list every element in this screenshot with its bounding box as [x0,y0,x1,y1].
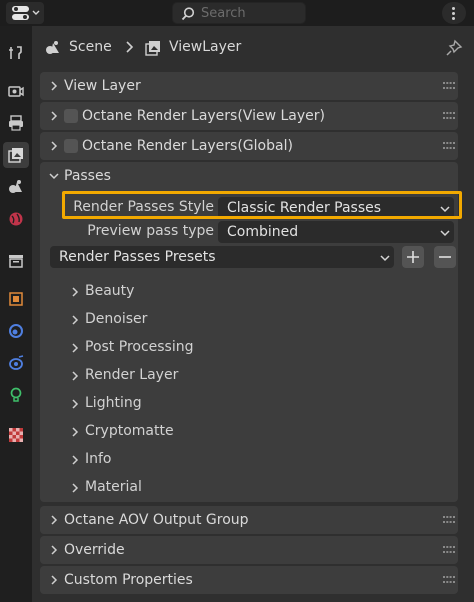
scene-icon [46,41,59,54]
subpanel-cryptomatte[interactable]: Cryptomatte [70,421,270,443]
breadcrumb-scene[interactable]: Scene [69,39,112,55]
enable-checkbox[interactable] [64,109,78,123]
panel-title: View Layer [64,78,141,94]
panel-title: Octane Render Layers(View Layer) [82,108,325,124]
search-icon [181,7,195,21]
remove-preset-button[interactable] [434,246,456,268]
panel-view-layer[interactable]: View Layer [40,72,458,100]
render-passes-presets-dropdown[interactable]: Render Passes Presets [50,246,394,268]
add-preset-button[interactable] [402,246,424,268]
chevron-right-icon [72,483,79,493]
chevron-down-icon [440,230,450,237]
chevron-right-icon [72,371,79,381]
tab-particles[interactable] [3,350,29,376]
breadcrumb-view-layer[interactable]: ViewLayer [169,39,241,55]
chevron-right-icon [72,399,79,409]
breadcrumb: Scene ViewLayer [32,26,474,70]
view-layer-icon [8,148,23,163]
subpanel-beauty[interactable]: Beauty [70,281,270,303]
chevron-right-icon [51,111,58,121]
plus-icon [407,251,419,263]
panel-custom-properties[interactable]: Custom Properties [40,566,458,594]
subpanel-post-processing[interactable]: Post Processing [70,337,270,359]
search-field[interactable]: Search [172,2,306,24]
chevron-right-icon [72,315,79,325]
preview-pass-type-label: Preview pass type [87,223,214,239]
subpanel-material[interactable]: Material [70,477,270,499]
top-header: Search [0,0,474,26]
tab-world[interactable] [3,206,29,232]
panel-title: Passes [64,168,111,184]
chevron-down-icon [380,255,390,262]
menu-dots-icon[interactable] [442,2,466,24]
tab-modifier[interactable] [3,318,29,344]
chevron-right-icon [51,575,58,585]
chevron-right-icon [72,343,79,353]
editor-type-button[interactable] [6,2,44,24]
chevron-right-icon [51,141,58,151]
tab-texture[interactable] [3,422,29,448]
panel-title: Octane AOV Output Group [64,512,249,528]
scene-icon [9,180,22,193]
editor-type-icon [12,6,40,20]
tool-icon [9,46,22,59]
pin-icon[interactable] [445,39,463,57]
panel-title: Octane Render Layers(Global) [82,138,293,154]
render-icon [8,86,24,97]
properties-editor: Scene ViewLayer View Layer Octane Render… [32,26,474,602]
chevron-right-icon [126,41,134,53]
world-icon [9,212,23,226]
panel-octane-aov-output-group[interactable]: Octane AOV Output Group [40,506,458,534]
modifier-icon [9,324,23,338]
view-layer-icon [145,41,160,56]
minus-icon [439,256,451,258]
chevron-down-icon [49,173,59,180]
preview-pass-type-dropdown[interactable]: Combined [218,221,454,243]
drag-handle-icon[interactable] [443,81,455,91]
properties-tab-bar [0,26,32,602]
chevron-right-icon [72,455,79,465]
output-icon [9,115,23,131]
chevron-right-icon [72,427,79,437]
subpanel-denoiser[interactable]: Denoiser [70,309,270,331]
tab-collection[interactable] [3,248,29,274]
panel-override[interactable]: Override [40,536,458,564]
chevron-right-icon [51,545,58,555]
enable-checkbox[interactable] [64,139,78,153]
subpanel-info[interactable]: Info [70,449,270,471]
chevron-right-icon [72,287,79,297]
panel-title: Override [64,542,125,558]
drag-handle-icon[interactable] [443,141,455,151]
tab-tool[interactable] [3,40,29,66]
texture-icon [9,428,23,442]
panel-octane-render-layers-view[interactable]: Octane Render Layers(View Layer) [40,102,458,130]
drag-handle-icon[interactable] [443,545,455,555]
highlight-box [62,191,462,219]
tab-view-layer[interactable] [3,142,29,168]
collection-icon [9,255,23,268]
particles-icon [9,355,24,370]
chevron-right-icon [51,81,58,91]
tab-scene[interactable] [3,174,29,200]
physics-icon [10,387,22,402]
tab-object[interactable] [3,286,29,312]
search-placeholder: Search [201,6,246,21]
drag-handle-icon[interactable] [443,515,455,525]
chevron-right-icon [51,515,58,525]
tab-physics[interactable] [3,382,29,408]
subpanel-render-layer[interactable]: Render Layer [70,365,270,387]
drag-handle-icon[interactable] [443,575,455,585]
drag-handle-icon[interactable] [443,111,455,121]
passes-header[interactable]: Passes [40,162,458,190]
object-icon [9,292,23,306]
subpanel-lighting[interactable]: Lighting [70,393,270,415]
tab-output[interactable] [3,110,29,136]
panel-octane-render-layers-global[interactable]: Octane Render Layers(Global) [40,132,458,160]
tab-render[interactable] [3,78,29,104]
panel-title: Custom Properties [64,572,193,588]
